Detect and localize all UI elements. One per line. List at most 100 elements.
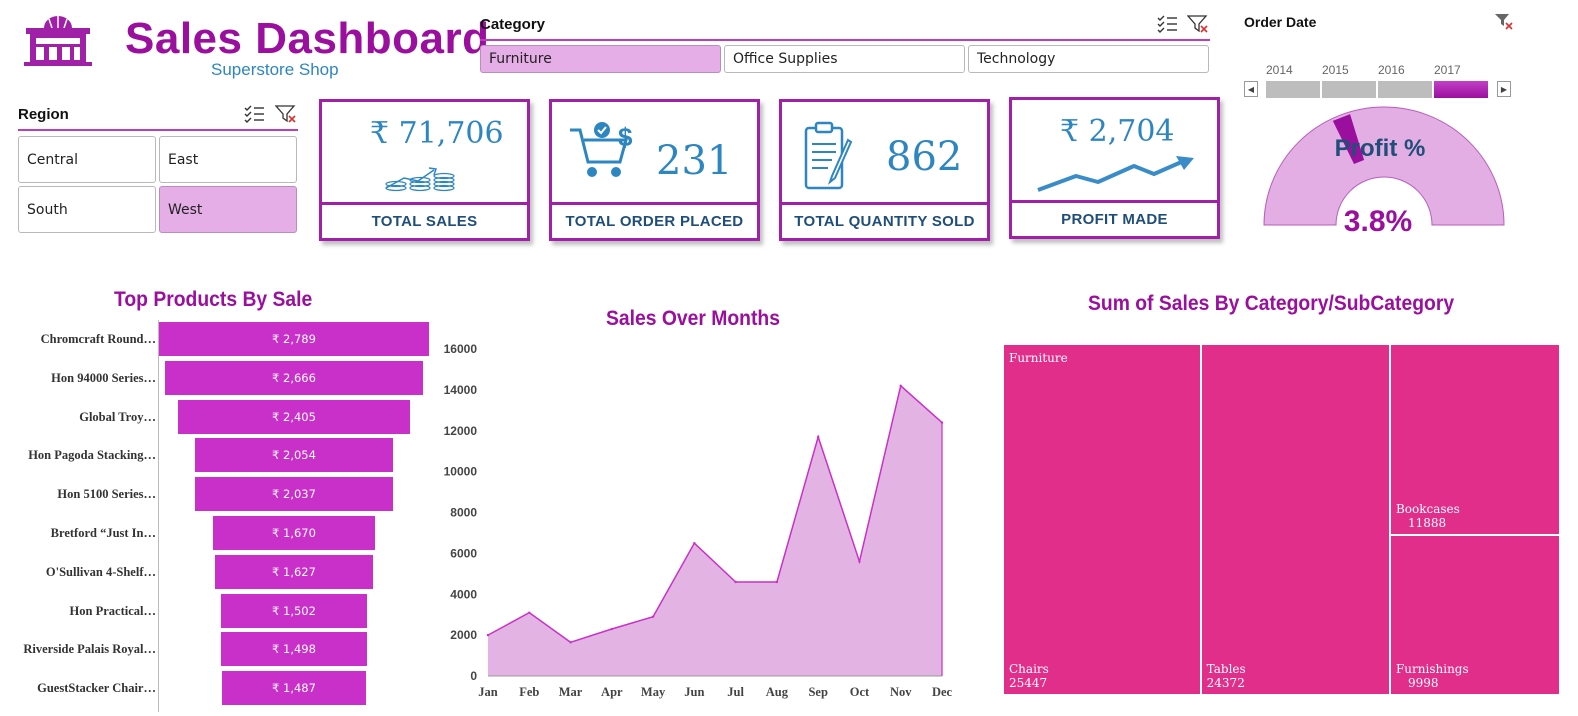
- treemap-cell[interactable]: Furnishings 9998: [1390, 535, 1559, 694]
- category-option[interactable]: Technology: [968, 45, 1209, 73]
- category-option[interactable]: Furniture: [480, 45, 721, 73]
- timeline-year-bar[interactable]: [1434, 81, 1488, 98]
- area-data-point[interactable]: [528, 611, 531, 614]
- funnel-category-label: Bretford “Just In…: [50, 526, 156, 540]
- treemap-item-value: 9998: [1407, 675, 1439, 690]
- dashboard-title: Sales Dashboard: [125, 14, 490, 63]
- multi-select-icon[interactable]: [243, 104, 265, 124]
- y-tick-label: 14000: [444, 383, 478, 397]
- total-quantity-value: 862: [886, 134, 963, 180]
- area-data-point[interactable]: [486, 633, 490, 637]
- total-quantity-label: TOTAL QUANTITY SOLD: [782, 202, 987, 238]
- area-data-point[interactable]: [940, 421, 944, 424]
- funnel-bar[interactable]: ₹ 1,498: [221, 632, 367, 667]
- dashboard-subtitle: Superstore Shop: [211, 60, 339, 79]
- treemap-item-name: Chairs: [1009, 662, 1049, 676]
- y-tick-label: 4000: [450, 587, 477, 601]
- region-option[interactable]: West: [159, 186, 297, 233]
- area-data-point[interactable]: [610, 627, 614, 631]
- total-sales-value: ₹ 71,706: [370, 116, 504, 151]
- total-quantity-card: 862 TOTAL QUANTITY SOLD: [779, 99, 990, 241]
- funnel-bar[interactable]: ₹ 2,054: [194, 438, 394, 473]
- timeline-year-label: 2014: [1266, 63, 1293, 77]
- x-tick-label: May: [641, 685, 666, 699]
- timeline-year-label: 2016: [1378, 63, 1405, 77]
- multi-select-icon[interactable]: [1156, 14, 1178, 34]
- clear-filter-icon[interactable]: [1187, 14, 1209, 34]
- funnel-bar[interactable]: ₹ 2,666: [164, 360, 424, 395]
- area-data-point[interactable]: [858, 560, 861, 563]
- area-data-point[interactable]: [734, 580, 737, 584]
- timeline-year-label: 2015: [1322, 63, 1349, 77]
- funnel-category-label: Hon 94000 Series…: [51, 370, 156, 385]
- total-sales-card: ₹ 71,706 TOTAL SALES: [319, 99, 530, 241]
- timeline-year-bar[interactable]: [1266, 81, 1320, 98]
- treemap-item-value: 25447: [1009, 676, 1048, 690]
- treemap-cell[interactable]: Tables 24372: [1201, 345, 1389, 694]
- treemap-item-name: Furnishings: [1395, 661, 1469, 676]
- funnel-bar[interactable]: ₹ 2,405: [177, 399, 411, 434]
- x-tick-label: Oct: [850, 685, 870, 699]
- funnel-bar[interactable]: ₹ 1,670: [213, 516, 375, 550]
- y-tick-label: 8000: [450, 506, 477, 520]
- funnel-category-label: Hon Practical…: [69, 603, 156, 618]
- region-slicer-title: Region: [18, 106, 69, 123]
- sales-over-months-area-chart: 0 2000 4000 6000 8000 10000 12000 14000 16000 Jan…: [444, 342, 953, 699]
- y-tick-label: 12000: [444, 424, 478, 438]
- area-data-point[interactable]: [651, 615, 655, 618]
- region-option[interactable]: Central: [18, 136, 156, 183]
- svg-text:$: $: [618, 122, 633, 152]
- total-orders-label: TOTAL ORDER PLACED: [552, 202, 757, 238]
- timeline-scroll-left-icon[interactable]: ◀: [1244, 81, 1258, 97]
- funnel-bar[interactable]: ₹ 1,627: [215, 554, 373, 589]
- area-data-point[interactable]: [693, 541, 696, 545]
- clear-filter-icon[interactable]: [275, 104, 297, 124]
- total-sales-label: TOTAL SALES: [322, 202, 527, 238]
- treemap-item-name: Tables: [1206, 662, 1246, 676]
- x-tick-label: Mar: [559, 685, 583, 699]
- category-option[interactable]: Office Supplies: [724, 45, 965, 73]
- funnel-bar[interactable]: ₹ 1,502: [221, 593, 367, 628]
- timeline-scroll-right-icon[interactable]: ▶: [1497, 81, 1511, 97]
- gauge-title: Profit %: [1335, 135, 1426, 162]
- timeline-year-bar[interactable]: [1322, 81, 1376, 98]
- treemap-parent-label: Furniture: [1009, 351, 1068, 365]
- area-chart-title: Sales Over Months: [606, 307, 780, 330]
- x-tick-label: Jul: [727, 685, 744, 699]
- treemap-item-value: 11888: [1407, 515, 1447, 530]
- treemap-chart-title: Sum of Sales By Category/SubCategory: [1088, 292, 1455, 315]
- x-tick-label: Aug: [766, 685, 789, 699]
- money-stack-icon: [385, 167, 455, 192]
- treemap-item-value: 24372: [1206, 676, 1245, 690]
- sales-category-treemap: Furniture Chairs 25447 Tables 24372 Bookcases…: [1004, 345, 1561, 696]
- gauge-value: 3.8%: [1344, 205, 1412, 237]
- region-option[interactable]: East: [159, 136, 297, 183]
- area-data-point[interactable]: [899, 384, 902, 387]
- funnel-category-label: O'Sullivan 4-Shelf…: [45, 564, 156, 579]
- treemap-cell[interactable]: Bookcases 11888: [1390, 345, 1559, 534]
- funnel-bar[interactable]: ₹ 2,037: [195, 477, 393, 512]
- timeline-year-bar[interactable]: [1378, 81, 1432, 98]
- order-date-title: Order Date: [1244, 14, 1317, 30]
- region-option[interactable]: South: [18, 186, 156, 233]
- funnel-category-label: Hon Pagoda Stacking…: [28, 448, 156, 463]
- profit-label: PROFIT MADE: [1012, 200, 1217, 236]
- funnel-axis-line: [158, 320, 159, 712]
- profit-card: ₹ 2,704 PROFIT MADE: [1009, 97, 1220, 239]
- funnel-category-label: Global Troy…: [79, 409, 156, 424]
- x-tick-label: Sep: [808, 685, 828, 699]
- treemap-cell[interactable]: Furniture Chairs 25447: [1004, 345, 1200, 694]
- region-slicer-divider: [18, 129, 298, 131]
- funnel-bar[interactable]: ₹ 1,487: [222, 671, 366, 706]
- funnel-category-label: Riverside Palais Royal…: [23, 642, 156, 657]
- y-tick-label: 0: [470, 669, 477, 683]
- area-data-point[interactable]: [775, 580, 779, 584]
- clear-filter-icon[interactable]: [1494, 12, 1514, 32]
- area-data-point[interactable]: [569, 641, 572, 644]
- profit-gauge: Profit % 3.8%: [1263, 106, 1505, 237]
- x-tick-label: Apr: [601, 685, 623, 699]
- category-slicer-title: Category: [480, 16, 546, 33]
- area-data-point[interactable]: [816, 435, 820, 439]
- funnel-bar[interactable]: ₹ 2,789: [159, 322, 429, 356]
- funnel-category-label: Hon 5100 Series…: [57, 487, 156, 502]
